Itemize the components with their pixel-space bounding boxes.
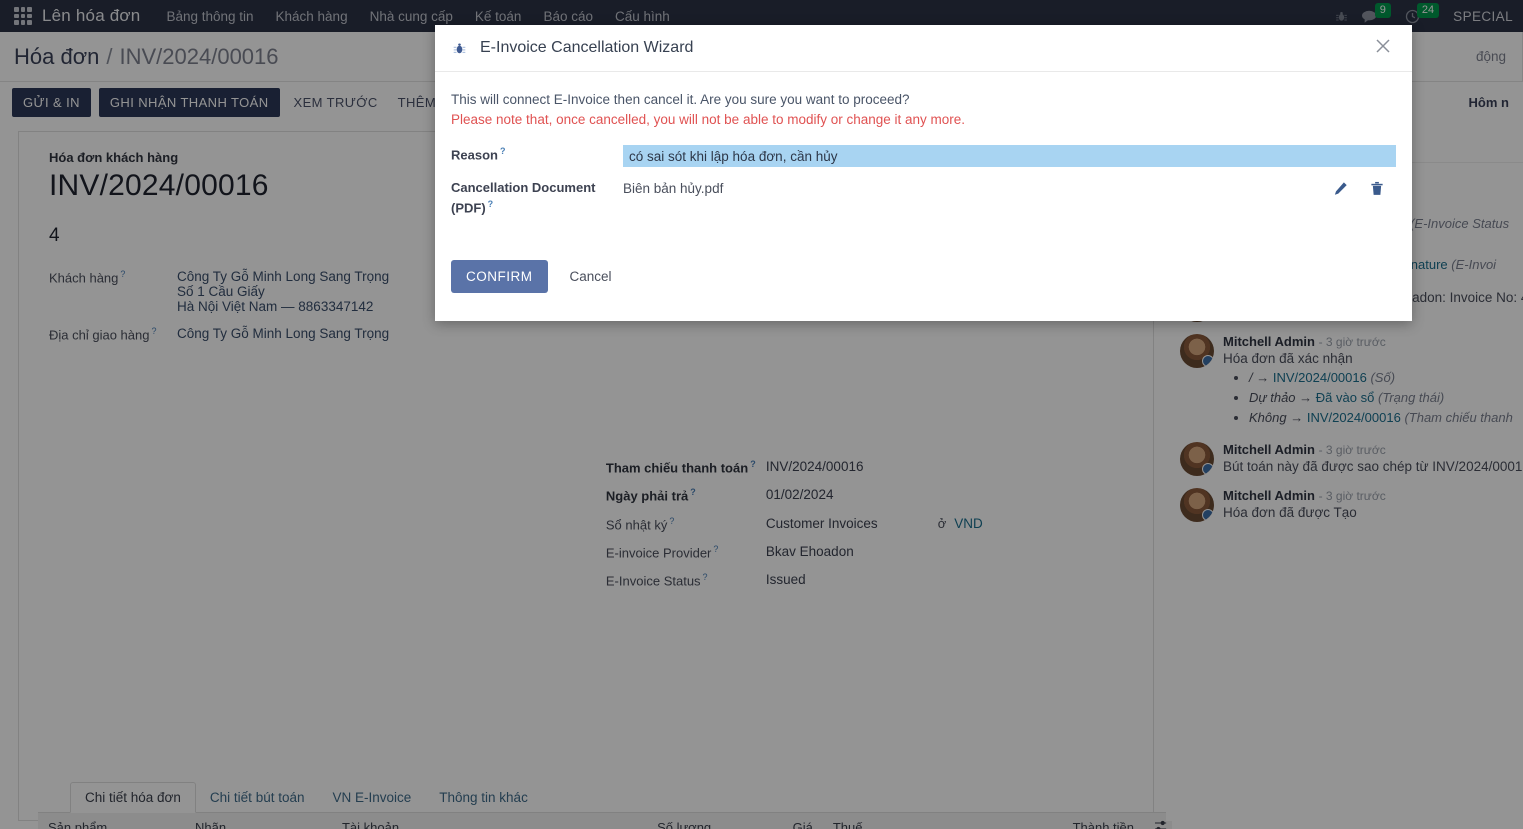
e-invoice-cancellation-dialog: E-Invoice Cancellation Wizard This will … [435, 25, 1412, 321]
cancellation-document-actions [1333, 179, 1396, 200]
reason-label: Reason? [451, 145, 623, 165]
help-icon[interactable]: ? [488, 199, 494, 209]
dialog-header: E-Invoice Cancellation Wizard [435, 25, 1412, 72]
dialog-footer: CONFIRM Cancel [435, 242, 1412, 309]
cancellation-document-label-line2-text: (PDF) [451, 200, 486, 215]
cancel-button[interactable]: Cancel [564, 268, 618, 285]
dialog-title: E-Invoice Cancellation Wizard [480, 39, 693, 57]
reason-label-text: Reason [451, 147, 498, 162]
cancellation-document-filename[interactable]: Biên bản hủy.pdf [623, 179, 1333, 196]
dialog-message-warning: Please note that, once cancelled, you wi… [451, 112, 1396, 127]
reason-input[interactable] [623, 145, 1396, 167]
pencil-icon[interactable] [1333, 181, 1348, 200]
cancellation-document-label: Cancellation Document (PDF)? [451, 179, 623, 218]
reason-field-row: Reason? [451, 145, 1396, 167]
cancellation-document-label-line1: Cancellation Document [451, 179, 623, 198]
confirm-button[interactable]: CONFIRM [451, 260, 548, 293]
cancellation-document-label-line2: (PDF)? [451, 198, 623, 218]
close-icon[interactable] [1370, 35, 1396, 61]
bug-icon[interactable] [451, 40, 468, 57]
dialog-message-primary: This will connect E-Invoice then cancel … [451, 92, 1396, 107]
cancellation-document-row: Cancellation Document (PDF)? Biên bản hủ… [451, 179, 1396, 218]
trash-icon[interactable] [1370, 181, 1384, 200]
screen: Lên hóa đơn Bảng thông tin Khách hàng Nh… [0, 0, 1523, 829]
dialog-body: This will connect E-Invoice then cancel … [435, 72, 1412, 218]
help-icon[interactable]: ? [500, 146, 506, 156]
